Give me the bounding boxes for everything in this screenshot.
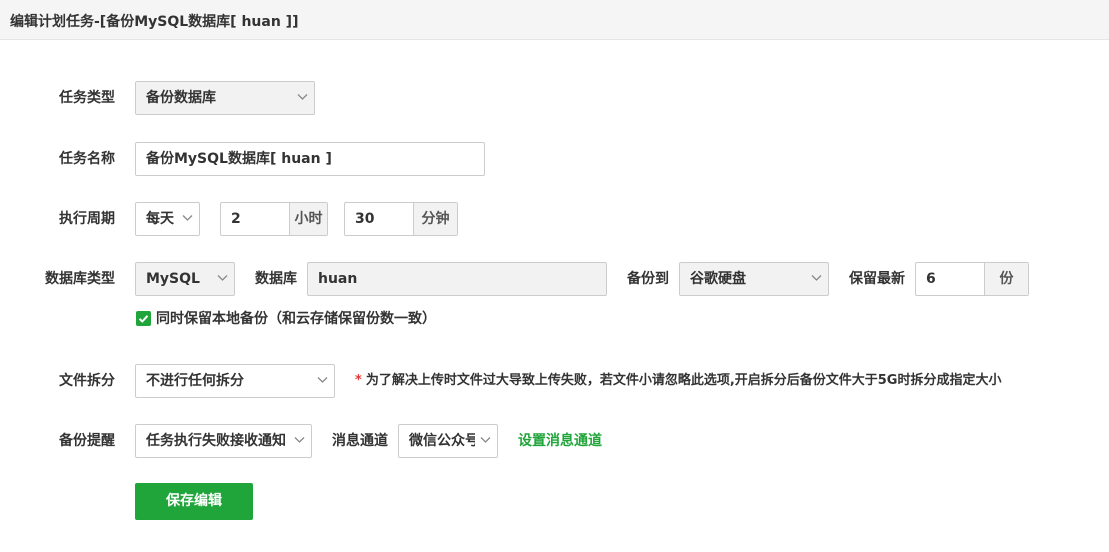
setup-channel-link[interactable]: 设置消息通道: [518, 424, 602, 458]
backup-to-value: 谷歌硬盘: [690, 271, 746, 287]
backup-to-label: 备份到: [627, 271, 669, 287]
channel-value: 微信公众号: [409, 433, 475, 449]
hour-input[interactable]: 2 小时: [220, 202, 328, 236]
local-backup-checkbox[interactable]: [136, 311, 151, 326]
split-select[interactable]: 不进行任何拆分: [135, 364, 335, 398]
keep-unit: 份: [984, 263, 1028, 295]
chevron-down-icon: [217, 275, 228, 281]
split-label: 文件拆分: [59, 373, 115, 389]
chevron-down-icon: [480, 437, 491, 443]
notify-label: 备份提醒: [59, 433, 115, 449]
channel-select[interactable]: 微信公众号: [398, 424, 498, 458]
page-title: 编辑计划任务-[备份MySQL数据库[ huan ]]: [10, 14, 299, 30]
chevron-down-icon: [294, 437, 305, 443]
period-frequency-select[interactable]: 每天: [135, 202, 200, 236]
keep-count-value: 6: [926, 271, 936, 287]
task-type-label: 任务类型: [59, 90, 115, 106]
period-frequency-value: 每天: [146, 211, 174, 227]
minute-value: 30: [355, 211, 375, 227]
db-select[interactable]: huan: [307, 262, 607, 296]
db-label: 数据库: [255, 271, 297, 287]
task-type-value: 备份数据库: [146, 90, 216, 106]
db-type-select[interactable]: MySQL: [135, 262, 235, 296]
keep-count-input[interactable]: 6 份: [915, 262, 1029, 296]
local-backup-label: 同时保留本地备份（和云存储保留份数一致）: [156, 311, 436, 327]
chevron-down-icon: [317, 377, 328, 383]
keep-label: 保留最新: [849, 271, 905, 287]
task-type-select[interactable]: 备份数据库: [135, 81, 315, 115]
minute-unit: 分钟: [413, 203, 457, 235]
hour-value: 2: [231, 211, 241, 227]
split-note-text: 为了解决上传时文件过大导致上传失败，若文件小请忽略此选项,开启拆分后备份文件大于…: [365, 373, 1002, 388]
notify-value: 任务执行失败接收通知: [146, 433, 286, 449]
db-type-label: 数据库类型: [45, 271, 115, 287]
notify-select[interactable]: 任务执行失败接收通知: [135, 424, 312, 458]
check-icon: [138, 315, 149, 323]
task-name-input[interactable]: 备份MySQL数据库[ huan ]: [135, 142, 485, 176]
db-type-value: MySQL: [146, 271, 200, 287]
channel-label: 消息通道: [332, 433, 388, 449]
period-label: 执行周期: [59, 211, 115, 227]
split-note: * 为了解决上传时文件过大导致上传失败，若文件小请忽略此选项,开启拆分后备份文件大…: [355, 364, 1001, 398]
chevron-down-icon: [182, 215, 193, 221]
db-value: huan: [318, 271, 358, 287]
split-value: 不进行任何拆分: [146, 373, 244, 389]
task-name-label: 任务名称: [59, 151, 115, 167]
chevron-down-icon: [811, 275, 822, 281]
minute-input[interactable]: 30 分钟: [344, 202, 458, 236]
backup-to-select[interactable]: 谷歌硬盘: [679, 262, 829, 296]
required-star: *: [355, 373, 362, 388]
chevron-down-icon: [297, 94, 308, 100]
page-header: 编辑计划任务-[备份MySQL数据库[ huan ]]: [0, 0, 1109, 40]
hour-unit: 小时: [289, 203, 327, 235]
task-name-value: 备份MySQL数据库[ huan ]: [146, 151, 332, 167]
save-button[interactable]: 保存编辑: [135, 483, 253, 520]
